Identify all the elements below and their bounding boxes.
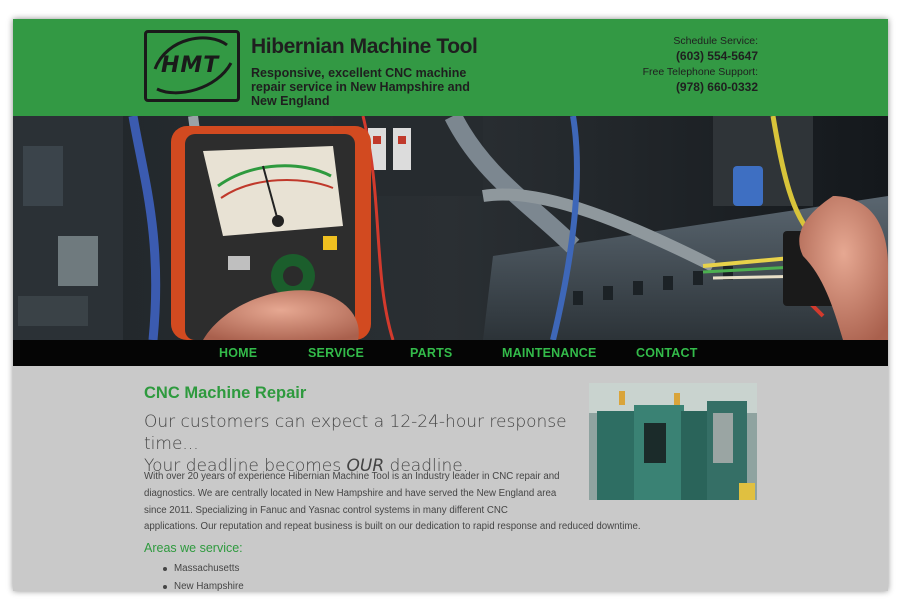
- site-header: HMT Hibernian Machine Tool Responsive, e…: [13, 19, 888, 116]
- schedule-phone[interactable]: (603) 554-5647: [643, 48, 758, 65]
- response-line1: Our customers can expect a 12-24-hour re…: [144, 412, 567, 454]
- company-name[interactable]: Hibernian Machine Tool: [251, 35, 478, 59]
- nav-parts[interactable]: PARTS: [410, 346, 452, 360]
- main-nav: HOME SERVICE PARTS MAINTENANCE CONTACT: [13, 340, 888, 366]
- paragraph-line-4: applications. Our reputation and repeat …: [144, 521, 641, 533]
- paragraph-line-1: With over 20 years of experience Hiberni…: [144, 471, 560, 482]
- main-content: CNC Machine Repair Our customers can exp…: [13, 366, 888, 591]
- support-label: Free Telephone Support:: [642, 66, 758, 78]
- intro-paragraph: With over 20 years of experience Hiberni…: [144, 469, 649, 536]
- nav-service[interactable]: SERVICE: [308, 346, 364, 360]
- list-item: Massachusetts: [163, 560, 244, 578]
- nav-home[interactable]: HOME: [219, 346, 257, 360]
- areas-heading: Areas we service:: [144, 541, 243, 555]
- nav-maintenance[interactable]: MAINTENANCE: [502, 346, 597, 360]
- paragraph-line-3: since 2011. Specializing in Fanuc and Ya…: [144, 504, 508, 516]
- nav-contact[interactable]: CONTACT: [636, 346, 698, 360]
- tagline: Responsive, excellent CNC machine repair…: [251, 66, 470, 108]
- hmt-logo-icon[interactable]: HMT: [144, 30, 240, 102]
- paragraph-line-2: diagnostics. We are centrally located in…: [144, 487, 557, 499]
- response-heading: Our customers can expect a 12-24-hour re…: [144, 411, 584, 477]
- section-heading: CNC Machine Repair: [144, 384, 307, 402]
- schedule-label: Schedule Service:: [673, 35, 758, 47]
- logo-text: HMT: [161, 53, 220, 78]
- hero-image: [13, 116, 888, 340]
- areas-list: Massachusetts New Hampshire: [163, 560, 244, 591]
- list-item: New Hampshire: [163, 578, 244, 591]
- support-phone[interactable]: (978) 660-0332: [643, 79, 758, 96]
- browser-frame: HMT Hibernian Machine Tool Responsive, e…: [13, 19, 888, 591]
- contact-block: Schedule Service: (603) 554-5647 Free Te…: [643, 34, 758, 96]
